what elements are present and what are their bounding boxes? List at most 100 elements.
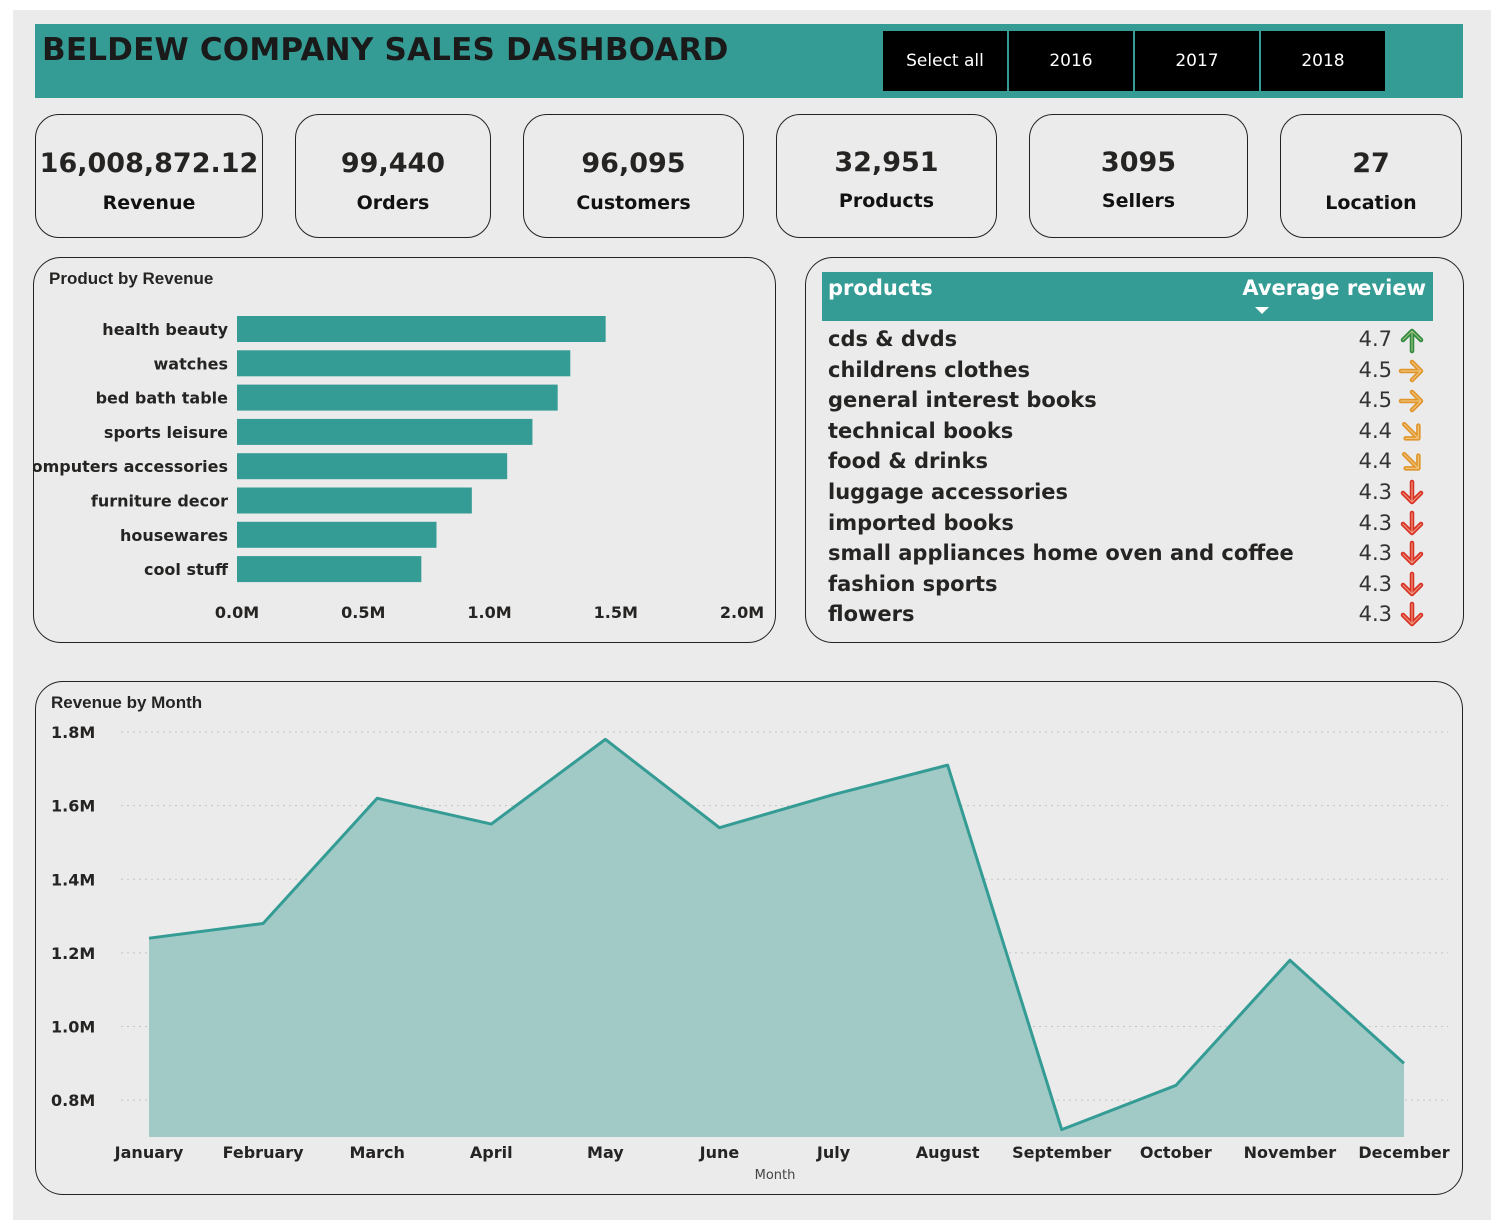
bar-health-beauty[interactable] [237, 316, 606, 342]
data-point-november[interactable] [1281, 951, 1299, 969]
column-header-average-review[interactable]: Average review [1242, 276, 1426, 300]
slicer-select-all-button[interactable]: Select all [883, 31, 1007, 91]
area-fill [149, 739, 1404, 1137]
y-tick-label: 1.2M [51, 944, 95, 963]
x-axis-label: Month [755, 1168, 796, 1183]
review-row[interactable]: small appliances home oven and coffee 4.3 [822, 537, 1433, 568]
dashboard-title: BELDEW COMPANY SALES DASHBOARD [42, 32, 729, 68]
bar-housewares[interactable] [237, 521, 437, 548]
kpi-card-products: 32,951 Products [776, 114, 997, 238]
kpi-card-sellers: 3095 Sellers [1029, 114, 1248, 238]
x-tick-label: May [587, 1143, 624, 1162]
kpi-label: Revenue [102, 192, 196, 214]
kpi-label: Sellers [1101, 190, 1176, 212]
bar-bed-bath-table[interactable] [237, 384, 558, 411]
x-tick-label: March [349, 1143, 404, 1162]
review-row[interactable]: imported books 4.3 [822, 507, 1433, 538]
kpi-card-location: 27 Location [1280, 114, 1462, 238]
data-point-october[interactable] [1167, 1076, 1185, 1094]
data-point-february[interactable] [254, 914, 272, 932]
data-point-april[interactable] [482, 815, 500, 833]
kpi-label: Products [838, 190, 935, 212]
x-tick-label: July [816, 1143, 851, 1162]
bar-watches[interactable] [237, 350, 571, 377]
trend-arrow-down-right-icon [1401, 421, 1421, 441]
kpi-card-customers: 96,095 Customers [523, 114, 744, 238]
product-name: childrens clothes [828, 357, 1030, 382]
product-name: cds & dvds [828, 327, 958, 351]
trend-arrow-down-icon [1400, 510, 1424, 535]
kpi-label: Location [1325, 192, 1417, 214]
review-row[interactable]: technical books 4.4 [822, 415, 1433, 446]
review-table: products Average review cds & dvds 4.7 chi… [822, 272, 1433, 629]
kpi-label: Customers [576, 192, 691, 214]
review-row[interactable]: cds & dvds 4.7 [822, 323, 1433, 354]
data-point-march[interactable] [368, 789, 386, 807]
review-row[interactable]: flowers 4.3 [822, 598, 1433, 629]
review-row[interactable]: fashion sports 4.3 [822, 568, 1433, 599]
trend-arrow-down-icon [1400, 540, 1424, 566]
review-row[interactable]: childrens clothes 4.5 [822, 354, 1433, 385]
y-tick-label: 1.4M [51, 870, 95, 889]
trend-arrow-right-icon [1398, 359, 1424, 382]
x-tick-label: October [1140, 1143, 1212, 1162]
average-review-value: 4.3 [1358, 602, 1392, 627]
x-tick-label: September [1012, 1143, 1111, 1162]
category-label: health beauty [102, 320, 228, 339]
x-tick-label: February [223, 1143, 305, 1162]
kpi-value: 99,440 [340, 148, 446, 179]
x-tick-label: December [1358, 1143, 1449, 1162]
product-revenue-panel: Product by Revenue health beauty watches b… [33, 257, 776, 643]
review-row[interactable]: general interest books 4.5 [822, 384, 1433, 415]
kpi-value: 3095 [1100, 147, 1177, 178]
data-point-september[interactable] [1053, 1121, 1071, 1139]
trend-arrow-up-icon [1400, 328, 1424, 354]
y-tick-label: 1.6M [51, 797, 95, 816]
bar-chart: health beauty watches bed bath table sports… [34, 316, 764, 622]
kpi-card-orders: 99,440 Orders [295, 114, 491, 238]
bar-sports-leisure[interactable] [237, 418, 533, 445]
product-name: food & drinks [828, 449, 988, 474]
slicer-2017-button[interactable]: 2017 [1135, 31, 1259, 91]
data-point-may[interactable] [596, 730, 614, 748]
slicer-2018-button[interactable]: 2018 [1261, 31, 1385, 91]
category-label: furniture decor [91, 492, 228, 511]
trend-arrow-right-icon [1398, 389, 1424, 413]
product-name: small appliances home oven and coffee [828, 541, 1294, 566]
y-tick-label: 1.0M [51, 1018, 95, 1037]
kpi-value: 16,008,872.12 [39, 148, 259, 179]
data-point-june[interactable] [710, 819, 728, 837]
average-review-value: 4.3 [1358, 571, 1392, 596]
trend-arrow-down-right-icon [1401, 452, 1421, 471]
review-row[interactable]: food & drinks 4.4 [822, 445, 1433, 476]
category-label: sports leisure [104, 423, 228, 442]
category-label: cool stuff [144, 560, 229, 579]
header-bar: BELDEW COMPANY SALES DASHBOARD Select al… [35, 24, 1463, 98]
sort-desc-icon[interactable] [1255, 307, 1269, 314]
data-point-august[interactable] [939, 756, 957, 774]
x-tick-label: 0.0M [215, 603, 259, 622]
trend-arrow-down-icon [1400, 602, 1424, 627]
review-row[interactable]: luggage accessories 4.3 [822, 476, 1433, 507]
product-name: fashion sports [828, 571, 998, 596]
kpi-value: 96,095 [581, 148, 686, 179]
data-point-january[interactable] [140, 929, 158, 947]
data-point-july[interactable] [825, 786, 843, 804]
kpi-card-revenue: 16,008,872.12 Revenue [35, 114, 263, 238]
average-review-value: 4.3 [1358, 541, 1392, 566]
product-name: general interest books [828, 388, 1097, 413]
category-label: housewares [120, 526, 228, 545]
x-tick-label: 1.0M [467, 603, 511, 622]
trend-arrow-down-icon [1400, 479, 1424, 505]
bar-computers-accessories[interactable] [237, 453, 508, 480]
data-point-december[interactable] [1395, 1054, 1413, 1072]
trend-arrow-down-icon [1400, 571, 1424, 596]
column-header-products[interactable]: products [828, 276, 933, 300]
bar-furniture-decor[interactable] [237, 487, 472, 514]
x-tick-label: January [114, 1143, 184, 1162]
slicer-2016-button[interactable]: 2016 [1009, 31, 1133, 91]
average-review-value: 4.5 [1358, 357, 1392, 382]
average-review-value: 4.7 [1358, 327, 1392, 351]
category-label: watches [154, 354, 228, 373]
bar-cool-stuff[interactable] [237, 556, 422, 583]
